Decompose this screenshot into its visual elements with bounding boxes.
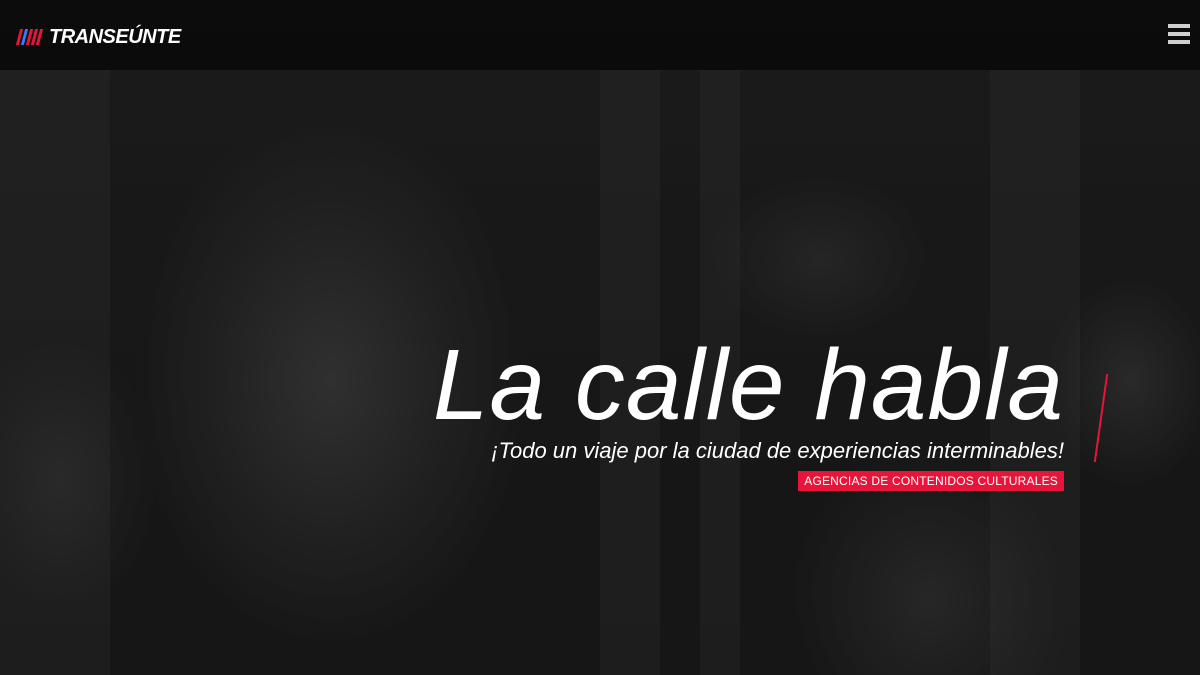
hero-badge[interactable]: AGENCIAS DE CONTENIDOS CULTURALES — [798, 471, 1064, 491]
logo[interactable]: TRANSEÚNTE — [15, 25, 181, 48]
page: TRANSEÚNTE La calle habla ¡Todo un viaje… — [0, 0, 1200, 675]
hero-title: La calle habla — [432, 329, 1064, 441]
header: TRANSEÚNTE — [0, 0, 1200, 70]
logo-text: TRANSEÚNTE — [49, 25, 181, 48]
hamburger-menu-icon[interactable] — [1168, 24, 1192, 48]
hero-subtitle: ¡Todo un viaje por la ciudad de experien… — [491, 438, 1064, 463]
logo-stripes-icon — [15, 29, 44, 45]
